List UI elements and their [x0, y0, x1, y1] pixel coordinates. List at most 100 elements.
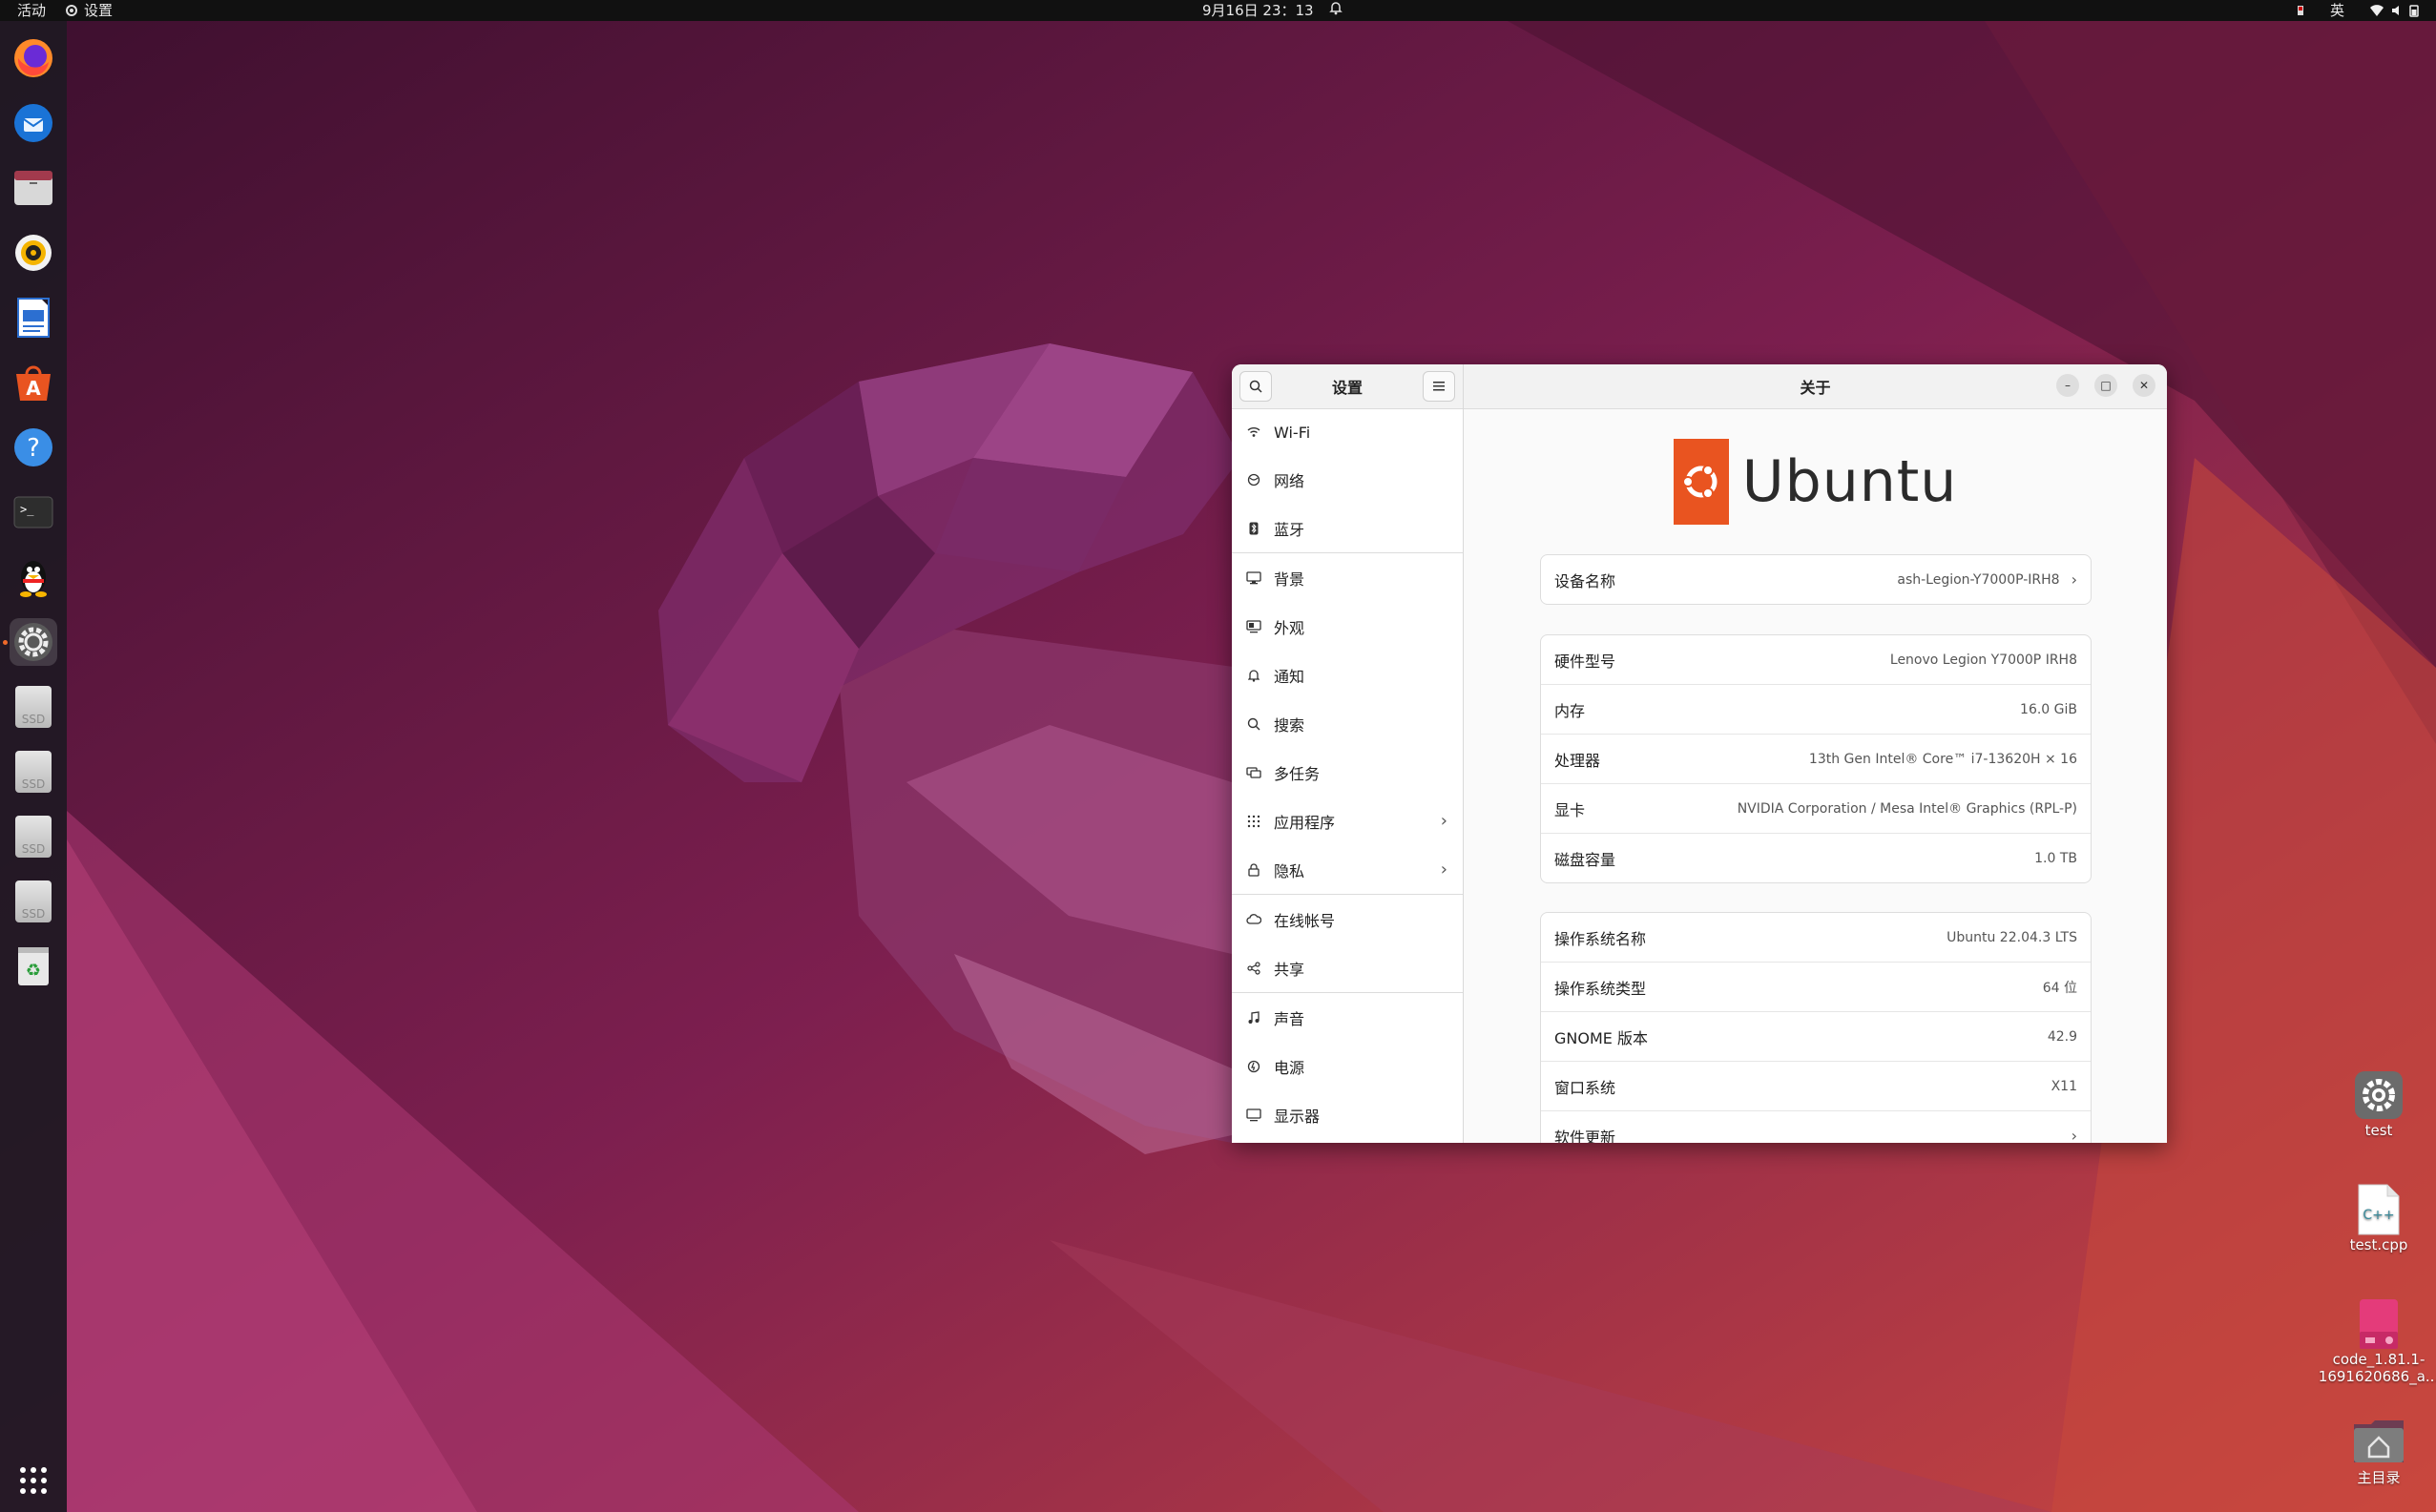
activities-button[interactable]: 活动: [17, 0, 46, 21]
row-label: GNOME 版本: [1554, 1028, 1648, 1047]
sidebar-item-wifi[interactable]: Wi-Fi: [1232, 409, 1463, 455]
ubuntu-circle-of-friends-icon: [1673, 439, 1729, 525]
sidebar-item-label: 网络: [1274, 471, 1305, 490]
close-button[interactable]: ✕: [2133, 374, 2155, 397]
wifi-icon: [1245, 424, 1262, 441]
desktop-icon-test-cpp[interactable]: C++ test.cpp: [2326, 1183, 2431, 1253]
writer-icon: [17, 298, 50, 338]
qq-icon: [20, 561, 47, 597]
row-label: 显卡: [1554, 800, 1586, 819]
input-method-indicator[interactable]: 英: [2330, 0, 2344, 21]
sidebar-item-background[interactable]: 背景: [1232, 553, 1463, 602]
sidebar-item-applications[interactable]: 应用程序 ›: [1232, 797, 1463, 845]
dock-firefox[interactable]: [10, 34, 57, 82]
settings-sidebar: 设置 Wi-Fi 网络 蓝牙 背景 外观 通知 搜索 多任务 应用程序 › 隐私…: [1232, 364, 1464, 1143]
device-name-label: 设备名称: [1554, 571, 1616, 590]
row-value: X11: [2051, 1078, 2077, 1094]
menu-button[interactable]: [1422, 371, 1455, 402]
sidebar-item-label: 蓝牙: [1274, 520, 1305, 539]
chevron-right-icon: ›: [2071, 1127, 2077, 1143]
svg-text:>_: >_: [20, 503, 34, 516]
dock-ssd-2[interactable]: SSD: [10, 748, 57, 796]
sidebar-item-power[interactable]: 电源: [1232, 1042, 1463, 1090]
minimize-icon: –: [2065, 379, 2071, 392]
system-menu[interactable]: [2369, 4, 2419, 17]
dock-ssd-4[interactable]: SSD: [10, 878, 57, 925]
row-label: 处理器: [1554, 751, 1601, 770]
files-icon: [14, 171, 52, 205]
ubuntu-logo: Ubuntu: [1464, 439, 2167, 525]
sidebar-title: 设置: [1331, 379, 1363, 397]
row-value: 16.0 GiB: [2020, 701, 2077, 717]
chevron-right-icon: ›: [1440, 811, 1447, 831]
dock-ssd-3[interactable]: SSD: [10, 813, 57, 860]
chevron-right-icon: ›: [2071, 570, 2077, 589]
dock-qq[interactable]: [10, 553, 57, 601]
sidebar-item-bluetooth[interactable]: 蓝牙: [1232, 504, 1463, 552]
row-label: 内存: [1554, 701, 1586, 720]
settings-window: 设置 Wi-Fi 网络 蓝牙 背景 外观 通知 搜索 多任务 应用程序 › 隐私…: [1232, 364, 2167, 1143]
row-value: Ubuntu 22.04.3 LTS: [1947, 929, 2077, 945]
graphics-row: 显卡 NVIDIA Corporation / Mesa Intel® Grap…: [1541, 784, 2091, 834]
dock-help[interactable]: ?: [10, 424, 57, 471]
sidebar-item-appearance[interactable]: 外观: [1232, 602, 1463, 651]
dock: A ? >_ SSD SSD SSD SSD ♻: [0, 21, 67, 1512]
sidebar-item-displays[interactable]: 显示器: [1232, 1090, 1463, 1139]
sidebar-item-multitasking[interactable]: 多任务: [1232, 748, 1463, 797]
dock-writer[interactable]: [10, 294, 57, 342]
gnome-version-row: GNOME 版本 42.9: [1541, 1012, 2091, 1062]
bell-off-icon: [1328, 2, 1343, 15]
sidebar-item-label: 外观: [1274, 618, 1305, 637]
sidebar-item-network[interactable]: 网络: [1232, 455, 1463, 504]
sidebar-item-sharing[interactable]: 共享: [1232, 943, 1463, 992]
dock-software[interactable]: A: [10, 359, 57, 406]
help-icon: ?: [14, 428, 52, 466]
clock[interactable]: 9月16日 23：13: [1202, 0, 1314, 21]
dock-trash[interactable]: ♻: [10, 942, 57, 990]
row-value: 42.9: [2047, 1028, 2077, 1045]
desktop-icon-test[interactable]: test: [2326, 1068, 2431, 1139]
hardware-group: 硬件型号 Lenovo Legion Y7000P IRH8 内存 16.0 G…: [1540, 634, 2092, 883]
dock-ssd-1[interactable]: SSD: [10, 683, 57, 731]
cpp-file-icon: C++: [2352, 1183, 2405, 1236]
svg-text:♻: ♻: [26, 961, 41, 981]
row-label: 硬件型号: [1554, 652, 1616, 671]
app-menu[interactable]: 设置: [65, 0, 113, 21]
desktop-icon-label: 主目录: [2357, 1469, 2401, 1486]
home-folder-icon: [2352, 1414, 2405, 1467]
content-header: 关于 – □ ✕: [1464, 364, 2167, 409]
sidebar-item-online-accounts[interactable]: 在线帐号: [1232, 895, 1463, 943]
multitask-icon: [1245, 764, 1262, 781]
dock-terminal[interactable]: >_: [10, 488, 57, 536]
device-name-row[interactable]: 设备名称 ash-Legion-Y7000P-IRH8 ›: [1541, 555, 2091, 604]
sidebar-item-search[interactable]: 搜索: [1232, 699, 1463, 748]
maximize-button[interactable]: □: [2094, 374, 2117, 397]
dock-thunderbird[interactable]: [10, 99, 57, 147]
minimize-button[interactable]: –: [2056, 374, 2079, 397]
desktop-icon-code-package[interactable]: code_1.81.1-1691620686_a...: [2319, 1297, 2436, 1385]
desktop-icon-home[interactable]: 主目录: [2326, 1414, 2431, 1487]
power-icon: [1245, 1058, 1262, 1075]
svg-text:C++: C++: [2363, 1208, 2394, 1223]
search-button[interactable]: [1239, 371, 1272, 402]
software-updates-row[interactable]: 软件更新 ›: [1541, 1111, 2091, 1143]
dock-settings[interactable]: [10, 618, 57, 666]
row-value: NVIDIA Corporation / Mesa Intel® Graphic…: [1737, 800, 2077, 817]
svg-text:A: A: [26, 377, 41, 400]
disk-capacity-row: 磁盘容量 1.0 TB: [1541, 834, 2091, 882]
sidebar-item-privacy[interactable]: 隐私 ›: [1232, 845, 1463, 894]
sidebar-item-notifications[interactable]: 通知: [1232, 651, 1463, 699]
show-apps-button[interactable]: [10, 1457, 57, 1504]
sidebar-item-label: 背景: [1274, 570, 1305, 589]
dock-rhythmbox[interactable]: [10, 229, 57, 277]
desktop-icon-label: test.cpp: [2349, 1236, 2408, 1253]
tray-app-icon[interactable]: [2296, 4, 2305, 17]
ubuntu-wordmark: Ubuntu: [1741, 448, 1958, 515]
row-value: 1.0 TB: [2034, 850, 2077, 866]
dock-files[interactable]: [10, 164, 57, 212]
os-group: 操作系统名称 Ubuntu 22.04.3 LTS 操作系统类型 64 位 GN…: [1540, 912, 2092, 1143]
os-type-row: 操作系统类型 64 位: [1541, 963, 2091, 1012]
settings-icon: [14, 623, 52, 661]
music-icon: [1245, 1009, 1262, 1026]
sidebar-item-sound[interactable]: 声音: [1232, 993, 1463, 1042]
